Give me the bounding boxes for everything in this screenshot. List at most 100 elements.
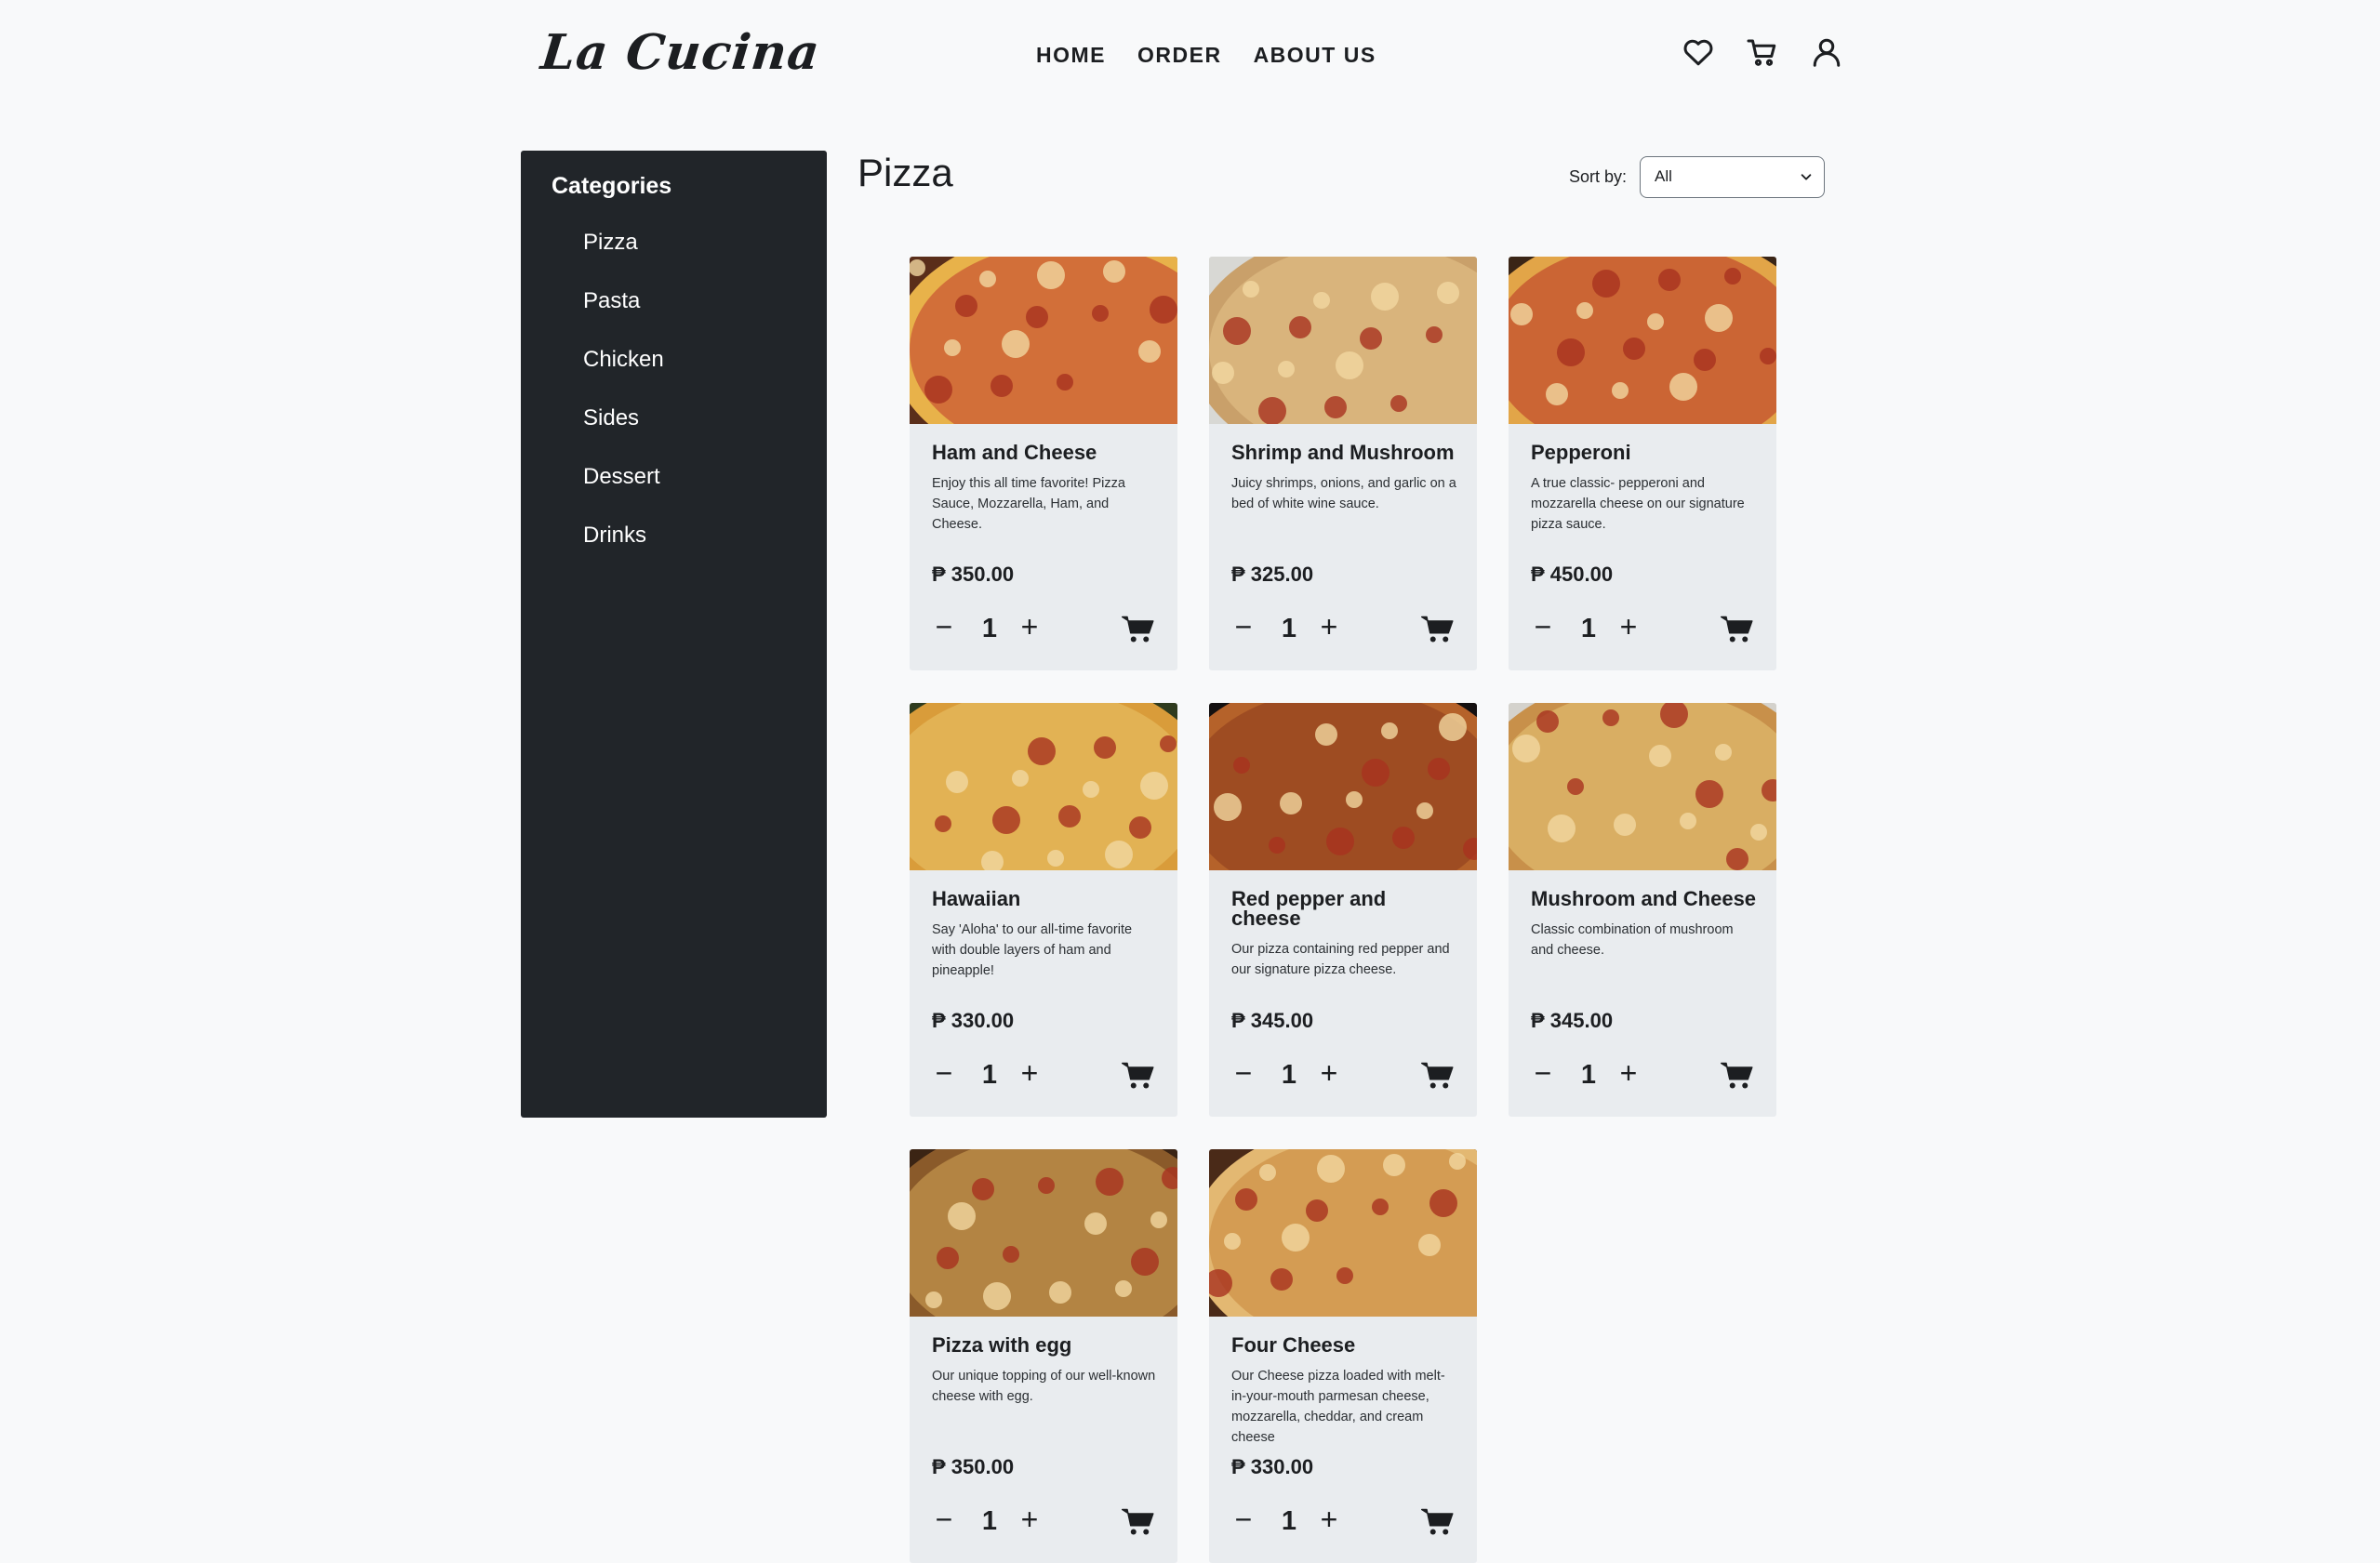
category-drinks[interactable]: Drinks bbox=[583, 522, 664, 580]
product-price: ₱ 350.00 bbox=[932, 1455, 1015, 1478]
nav-about-us[interactable]: ABOUT US bbox=[1254, 43, 1376, 68]
product-name[interactable]: Four Cheese bbox=[1231, 1335, 1458, 1356]
brand-logo[interactable]: La Cucina bbox=[538, 24, 823, 81]
quantity-value: 1 bbox=[1580, 1060, 1597, 1090]
quantity-value: 1 bbox=[981, 1060, 998, 1090]
sidebar-title: Categories bbox=[552, 173, 672, 199]
product-image[interactable] bbox=[1509, 703, 1776, 870]
decrease-quantity-button[interactable]: − bbox=[1230, 1056, 1257, 1093]
cart-icon[interactable] bbox=[1746, 35, 1779, 69]
category-pasta[interactable]: Pasta bbox=[583, 287, 664, 346]
product-image[interactable] bbox=[910, 703, 1177, 870]
product-image[interactable] bbox=[910, 257, 1177, 424]
product-price: ₱ 345.00 bbox=[1231, 1009, 1314, 1032]
increase-quantity-button[interactable]: + bbox=[1016, 610, 1044, 647]
product-image[interactable] bbox=[1509, 257, 1776, 424]
decrease-quantity-button[interactable]: − bbox=[1230, 610, 1257, 647]
nav-order[interactable]: ORDER bbox=[1137, 43, 1222, 68]
quantity-stepper: − 1 + bbox=[932, 1056, 1155, 1093]
increase-quantity-button[interactable]: + bbox=[1615, 610, 1642, 647]
quantity-stepper: − 1 + bbox=[1231, 1056, 1455, 1093]
add-to-cart-icon[interactable] bbox=[1122, 616, 1155, 643]
increase-quantity-button[interactable]: + bbox=[1615, 1056, 1642, 1093]
chevron-down-icon bbox=[1801, 174, 1812, 180]
product-card: Pizza with egg Our unique topping of our… bbox=[910, 1149, 1177, 1563]
decrease-quantity-button[interactable]: − bbox=[1529, 1056, 1557, 1093]
decrease-quantity-button[interactable]: − bbox=[930, 1056, 958, 1093]
product-price: ₱ 330.00 bbox=[932, 1009, 1015, 1032]
sort-control: Sort by: All bbox=[1569, 156, 1826, 198]
increase-quantity-button[interactable]: + bbox=[1315, 1503, 1343, 1540]
quantity-value: 1 bbox=[1281, 1060, 1297, 1090]
decrease-quantity-button[interactable]: − bbox=[930, 1503, 958, 1540]
category-list: Pizza Pasta Chicken Sides Dessert Drinks bbox=[583, 229, 664, 580]
product-image[interactable] bbox=[910, 1149, 1177, 1317]
increase-quantity-button[interactable]: + bbox=[1315, 610, 1343, 647]
quantity-stepper: − 1 + bbox=[932, 1503, 1155, 1540]
product-description: Juicy shrimps, onions, and garlic on a b… bbox=[1231, 476, 1456, 511]
product-name[interactable]: Ham and Cheese bbox=[932, 443, 1159, 463]
quantity-stepper: − 1 + bbox=[1231, 610, 1455, 647]
add-to-cart-icon[interactable] bbox=[1421, 616, 1455, 643]
decrease-quantity-button[interactable]: − bbox=[1529, 610, 1557, 647]
category-pizza[interactable]: Pizza bbox=[583, 229, 664, 287]
sort-label: Sort by: bbox=[1569, 167, 1628, 186]
category-chicken[interactable]: Chicken bbox=[583, 346, 664, 404]
quantity-value: 1 bbox=[1281, 1506, 1297, 1536]
sort-select[interactable]: All bbox=[1640, 156, 1826, 198]
product-name[interactable]: Red pepper and cheese bbox=[1231, 889, 1458, 929]
product-name[interactable]: Pizza with egg bbox=[932, 1335, 1159, 1356]
add-to-cart-icon[interactable] bbox=[1721, 616, 1754, 643]
increase-quantity-button[interactable]: + bbox=[1016, 1503, 1044, 1540]
quantity-stepper: − 1 + bbox=[1531, 1056, 1754, 1093]
add-to-cart-icon[interactable] bbox=[1122, 1508, 1155, 1536]
product-card: Hawaiian Say 'Aloha' to our all-time fav… bbox=[910, 703, 1177, 1117]
add-to-cart-icon[interactable] bbox=[1421, 1508, 1455, 1536]
product-card: Mushroom and Cheese Classic combination … bbox=[1509, 703, 1776, 1117]
product-price: ₱ 345.00 bbox=[1531, 1009, 1614, 1032]
increase-quantity-button[interactable]: + bbox=[1315, 1056, 1343, 1093]
product-description: Say 'Aloha' to our all-time favorite wit… bbox=[932, 922, 1133, 978]
product-card: Shrimp and Mushroom Juicy shrimps, onion… bbox=[1209, 257, 1477, 670]
header-icons bbox=[1682, 35, 1843, 69]
category-dessert[interactable]: Dessert bbox=[583, 463, 664, 522]
increase-quantity-button[interactable]: + bbox=[1016, 1056, 1044, 1093]
product-description: A true classic- pepperoni and mozzarella… bbox=[1531, 476, 1745, 532]
product-description: Our unique topping of our well-known che… bbox=[932, 1369, 1156, 1404]
product-image[interactable] bbox=[1209, 703, 1477, 870]
product-name[interactable]: Mushroom and Cheese bbox=[1531, 889, 1758, 909]
quantity-value: 1 bbox=[1281, 614, 1297, 643]
product-card: Ham and Cheese Enjoy this all time favor… bbox=[910, 257, 1177, 670]
product-name[interactable]: Shrimp and Mushroom bbox=[1231, 443, 1458, 463]
add-to-cart-icon[interactable] bbox=[1122, 1062, 1155, 1090]
categories-sidebar: Categories Pizza Pasta Chicken Sides Des… bbox=[521, 151, 827, 1118]
page-title: Pizza bbox=[858, 151, 953, 194]
product-name[interactable]: Hawaiian bbox=[932, 889, 1159, 909]
main-nav: HOME ORDER ABOUT US bbox=[1036, 43, 1376, 68]
decrease-quantity-button[interactable]: − bbox=[1230, 1503, 1257, 1540]
product-price: ₱ 350.00 bbox=[932, 563, 1015, 586]
product-image[interactable] bbox=[1209, 1149, 1477, 1317]
quantity-stepper: − 1 + bbox=[1531, 610, 1754, 647]
add-to-cart-icon[interactable] bbox=[1421, 1062, 1455, 1090]
add-to-cart-icon[interactable] bbox=[1721, 1062, 1754, 1090]
category-sides[interactable]: Sides bbox=[583, 404, 664, 463]
product-description: Our Cheese pizza loaded with melt-in-you… bbox=[1231, 1369, 1445, 1445]
decrease-quantity-button[interactable]: − bbox=[930, 610, 958, 647]
product-description: Classic combination of mushroom and chee… bbox=[1531, 922, 1734, 958]
quantity-stepper: − 1 + bbox=[932, 610, 1155, 647]
product-price: ₱ 325.00 bbox=[1231, 563, 1314, 586]
product-name[interactable]: Pepperoni bbox=[1531, 443, 1758, 463]
product-description: Enjoy this all time favorite! Pizza Sauc… bbox=[932, 476, 1125, 532]
product-price: ₱ 450.00 bbox=[1531, 563, 1614, 586]
nav-home[interactable]: HOME bbox=[1036, 43, 1106, 68]
quantity-value: 1 bbox=[1580, 614, 1597, 643]
product-image[interactable] bbox=[1209, 257, 1477, 424]
product-price: ₱ 330.00 bbox=[1231, 1455, 1314, 1478]
product-grid: Ham and Cheese Enjoy this all time favor… bbox=[910, 257, 1776, 1563]
heart-icon[interactable] bbox=[1682, 35, 1715, 69]
quantity-value: 1 bbox=[981, 614, 998, 643]
quantity-value: 1 bbox=[981, 1506, 998, 1536]
user-icon[interactable] bbox=[1810, 35, 1843, 69]
site-header: La Cucina HOME ORDER ABOUT US bbox=[0, 0, 2380, 116]
